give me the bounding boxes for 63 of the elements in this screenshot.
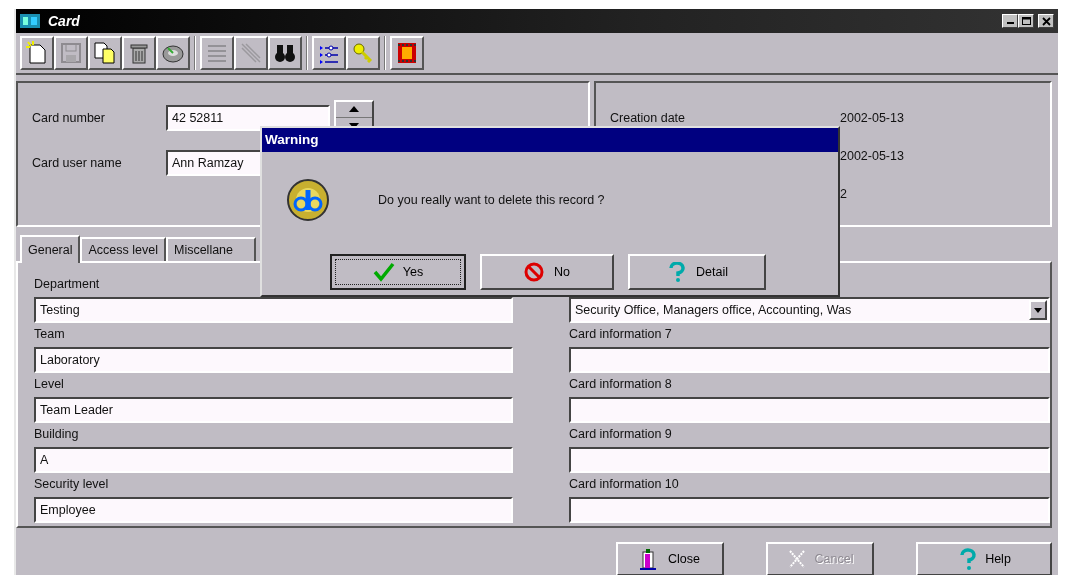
minimize-button[interactable] [1002, 14, 1018, 28]
check-icon [372, 262, 395, 282]
text-field[interactable] [569, 497, 1050, 523]
dropdown-field[interactable]: Security Office, Managers office, Accounting, Was [569, 297, 1050, 323]
question-mark-icon [666, 262, 688, 282]
app-icon [20, 14, 40, 28]
info-value: 2 [840, 186, 847, 203]
database-logo-icon [286, 178, 330, 222]
field-label: Team [34, 326, 66, 343]
dropdown-button[interactable] [1029, 300, 1047, 320]
no-button[interactable]: No [480, 254, 614, 290]
dialog-title: Warning [262, 128, 838, 152]
field-label: Building [34, 426, 80, 443]
text-field[interactable]: A [34, 447, 513, 473]
field-label: Department [34, 276, 101, 293]
dropdown-arrow-icon [1034, 307, 1042, 313]
info-label: Creation date [610, 110, 687, 127]
minimize-icon [1006, 22, 1014, 24]
prohibited-icon [524, 262, 546, 282]
field-label: Card number [32, 109, 106, 127]
tab[interactable]: Miscellane [165, 237, 256, 261]
info-value: 2002-05-13 [840, 110, 904, 127]
close-icon [1041, 16, 1051, 26]
text-field[interactable]: Laboratory [34, 347, 513, 373]
save-icon [58, 40, 84, 66]
toolbar-button[interactable] [122, 36, 156, 70]
text-field[interactable] [569, 447, 1050, 473]
text-field[interactable] [569, 347, 1050, 373]
field-label: Card information 8 [569, 376, 673, 393]
up-arrow-icon [349, 106, 359, 112]
copy-icon [92, 40, 118, 66]
text-field[interactable]: Employee [34, 497, 513, 523]
maximize-icon [1021, 17, 1031, 25]
toolbar-button[interactable] [20, 36, 54, 70]
text-field[interactable] [569, 397, 1050, 423]
toolbar-button[interactable] [390, 36, 424, 70]
text-field[interactable]: 42 52811 [166, 104, 330, 131]
help-button[interactable]: Help [916, 542, 1052, 575]
field-label: Card information 10 [569, 476, 680, 493]
question-mark-icon [957, 548, 978, 570]
info-value: 2002-05-13 [840, 148, 904, 165]
window-title: Card [48, 11, 80, 31]
field-label: Level [34, 376, 65, 393]
dialog-message: Do you really want to delete this record ? [378, 192, 605, 209]
detail-button[interactable]: Detail [628, 254, 766, 290]
close-button[interactable]: Close [616, 542, 724, 575]
field-label: Card information 9 [569, 426, 673, 443]
text-field[interactable]: Team Leader [34, 397, 513, 423]
toolbar-button[interactable] [312, 36, 346, 70]
field-label: Card user name [32, 154, 123, 172]
close-button[interactable] [1038, 14, 1054, 28]
toolbar-button[interactable] [268, 36, 302, 70]
toolbar-button[interactable] [156, 36, 190, 70]
text-field[interactable]: Testing [34, 297, 513, 323]
field-label: Security level [34, 476, 110, 493]
toolbar-button[interactable] [88, 36, 122, 70]
toolbar-button[interactable] [346, 36, 380, 70]
maximize-button[interactable] [1018, 14, 1034, 28]
cancel-icon [786, 548, 807, 570]
yes-button[interactable]: Yes [330, 254, 466, 290]
field-label: Card information 7 [569, 326, 673, 343]
tab[interactable]: Access level [80, 237, 166, 261]
tab[interactable]: General [20, 235, 81, 263]
